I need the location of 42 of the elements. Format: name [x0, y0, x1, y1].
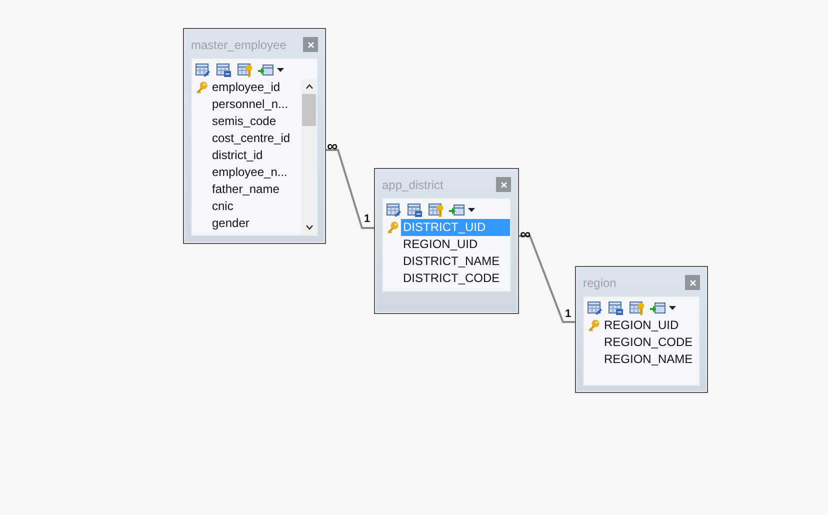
- grid-minus-icon[interactable]: [608, 300, 624, 316]
- column-name[interactable]: employee_n...: [210, 164, 290, 181]
- grid-arrow-icon[interactable]: [650, 300, 666, 316]
- grid-key-icon[interactable]: [629, 300, 645, 316]
- grid-pencil-icon[interactable]: [587, 300, 603, 316]
- column-name[interactable]: personnel_n...: [210, 96, 290, 113]
- many-label: ∞: [520, 229, 531, 241]
- column-name[interactable]: father_name: [210, 181, 282, 198]
- grid-key-icon[interactable]: [237, 62, 253, 78]
- column-name[interactable]: REGION_CODE: [602, 334, 695, 351]
- grid-arrow-icon[interactable]: [258, 62, 274, 78]
- column-name[interactable]: cost_centre_id: [210, 130, 292, 147]
- grid-arrow-icon[interactable]: [449, 202, 465, 218]
- close-icon[interactable]: [685, 275, 700, 290]
- one-label: 1: [565, 308, 572, 320]
- table-title: region: [583, 276, 616, 290]
- caret-icon[interactable]: [669, 306, 676, 310]
- table-title: master_employee: [191, 38, 286, 52]
- table-title: app_district: [382, 178, 444, 192]
- scroll-thumb[interactable]: [302, 94, 316, 126]
- column-name[interactable]: gender: [210, 215, 252, 232]
- column-name[interactable]: employee_id: [210, 79, 282, 96]
- column-name[interactable]: semis_code: [210, 113, 278, 130]
- grid-minus-icon[interactable]: [216, 62, 232, 78]
- column-name[interactable]: REGION_UID: [401, 236, 480, 253]
- grid-pencil-icon[interactable]: [195, 62, 211, 78]
- many-label: ∞: [327, 141, 338, 153]
- column-name[interactable]: district_id: [210, 147, 265, 164]
- caret-icon[interactable]: [277, 68, 284, 72]
- column-name[interactable]: DISTRICT_NAME: [401, 253, 502, 270]
- caret-icon[interactable]: [468, 208, 475, 212]
- grid-key-icon[interactable]: [428, 202, 444, 218]
- column-name[interactable]: REGION_UID: [602, 317, 681, 334]
- one-label: 1: [364, 213, 370, 225]
- column-name[interactable]: DISTRICT_CODE: [401, 270, 502, 287]
- close-icon[interactable]: [303, 37, 318, 52]
- column-name[interactable]: cnic: [210, 198, 236, 215]
- scrollbar[interactable]: [301, 79, 317, 235]
- grid-pencil-icon[interactable]: [386, 202, 402, 218]
- close-icon[interactable]: [496, 177, 511, 192]
- column-name[interactable]: REGION_NAME: [602, 351, 695, 368]
- grid-minus-icon[interactable]: [407, 202, 423, 218]
